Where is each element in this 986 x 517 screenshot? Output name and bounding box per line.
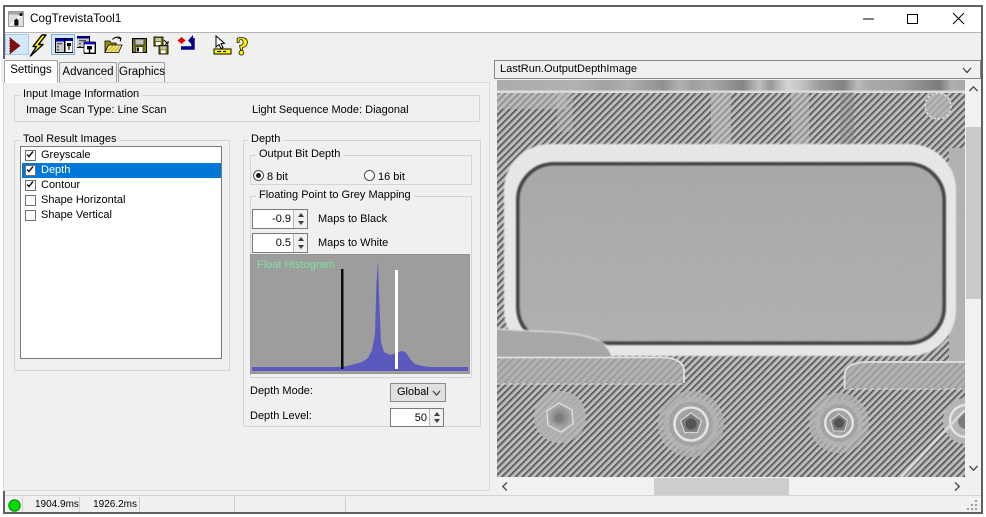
svg-text:?: ? [236, 34, 249, 60]
svg-text:Float Histogram: Float Histogram [257, 259, 335, 271]
